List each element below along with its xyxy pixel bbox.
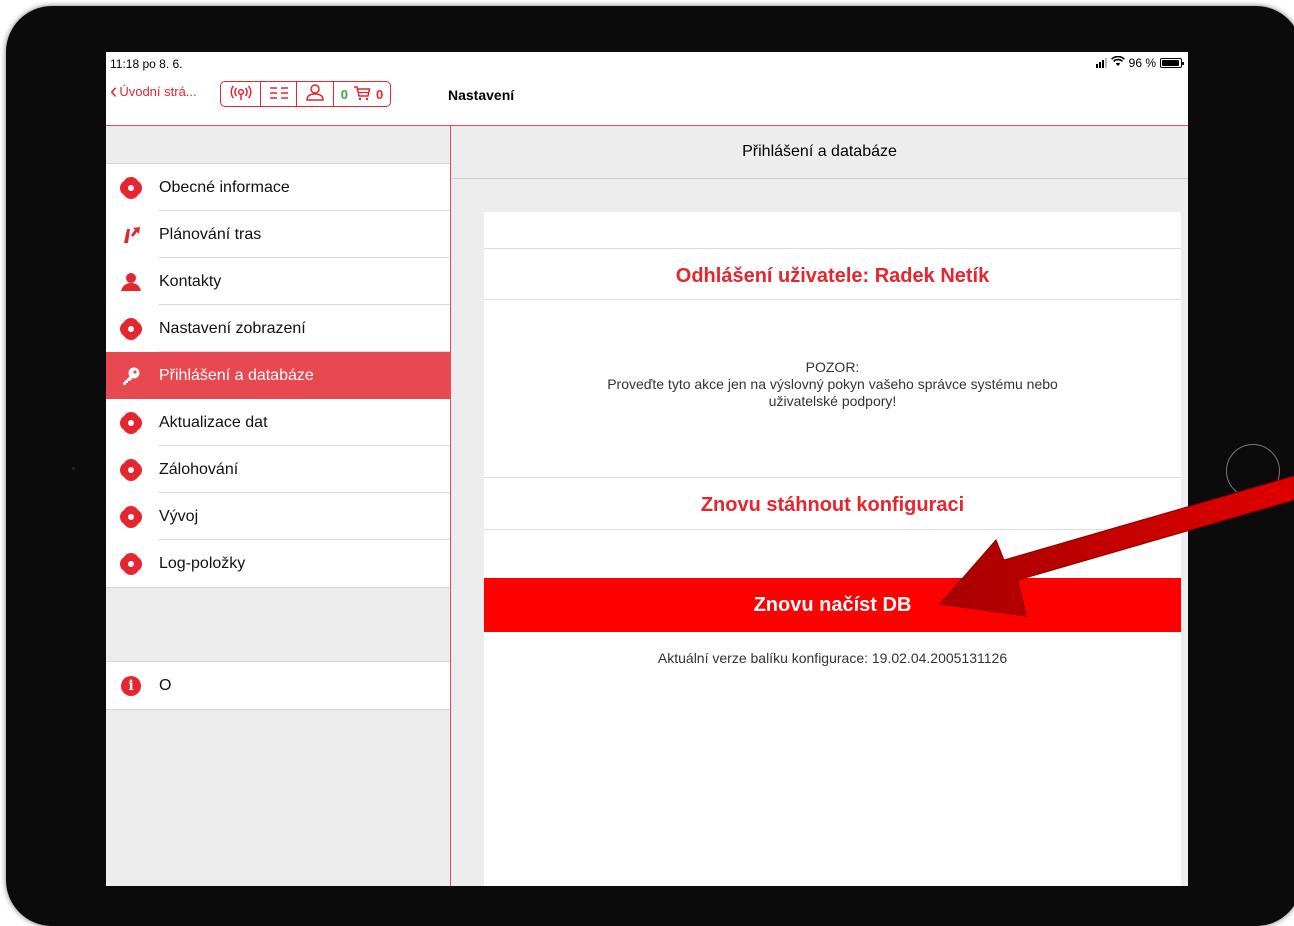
sidebar-item-aktualizace-dat[interactable]: Aktualizace dat	[106, 399, 450, 446]
redownload-config-button[interactable]: Znovu stáhnout konfiguraci	[484, 494, 1181, 517]
config-version-text: Aktuální verze balíku konfigurace: 19.02…	[657, 650, 1008, 666]
list-icon	[268, 86, 290, 103]
key-icon	[120, 365, 142, 387]
sidebar-item-label: Obecné informace	[159, 179, 290, 196]
sidebar-item-label: Vývoj	[159, 508, 199, 525]
signal-icon	[1095, 58, 1107, 68]
divider	[484, 529, 1181, 530]
status-bar: 11:18 po 8. 6. 96 %	[106, 52, 1188, 74]
sidebar-item-nastaveni-zobrazeni[interactable]: Nastavení zobrazení	[106, 305, 450, 352]
back-label: Úvodní strá...	[119, 83, 197, 99]
sidebar-item-label: Nastavení zobrazení	[159, 320, 306, 337]
user-icon	[305, 83, 325, 106]
cart-count-left: 0	[340, 86, 348, 102]
gear-icon	[120, 412, 142, 434]
wifi-icon	[1110, 55, 1125, 70]
sidebar-item-label: Kontakty	[159, 273, 222, 290]
divider	[484, 299, 1181, 300]
info-icon: i	[120, 675, 142, 697]
sidebar-item-label: O	[159, 677, 172, 694]
sidebar-item-obecne-informace[interactable]: Obecné informace	[106, 164, 450, 211]
navigation-bar: ‹ Úvodní strá... 0 0 Nastavení	[106, 74, 1188, 126]
logout-button[interactable]: Odhlášení uživatele: Radek Netík	[484, 265, 1181, 288]
warning-title: POZOR:	[805, 359, 860, 375]
gear-icon	[120, 553, 142, 575]
settings-menu: Obecné informace Plánování tras Kontakty	[106, 163, 450, 588]
gear-icon	[120, 506, 142, 528]
gear-icon	[120, 177, 142, 199]
sidebar-item-label: Přihlášení a databáze	[159, 367, 314, 384]
settings-card: Odhlášení uživatele: Radek Netík POZOR: …	[484, 212, 1181, 886]
battery-icon	[1160, 58, 1184, 68]
sidebar-item-label: Log-položky	[159, 555, 246, 572]
cart-button[interactable]: 0 0	[334, 82, 390, 106]
detail-pane: Přihlášení a databáze Odhlášení uživatel…	[451, 126, 1188, 886]
sidebar-item-zalohovani[interactable]: Zálohování	[106, 446, 450, 493]
cart-icon	[353, 85, 371, 104]
user-button[interactable]	[297, 82, 334, 106]
list-button[interactable]	[261, 82, 297, 106]
sidebar-item-planovani-tras[interactable]: Plánování tras	[106, 211, 450, 258]
contact-icon	[120, 271, 142, 293]
sidebar-item-label: Plánování tras	[159, 226, 262, 243]
status-time: 11:18 po 8. 6.	[110, 57, 183, 71]
divider	[484, 248, 1181, 249]
warning-line-2: uživatelské podpory!	[768, 393, 897, 409]
page-title: Nastavení	[448, 87, 515, 103]
sidebar-item-label: Zálohování	[159, 461, 239, 478]
content-area: Obecné informace Plánování tras Kontakty	[106, 126, 1188, 886]
gear-icon	[120, 459, 142, 481]
device: 11:18 po 8. 6. 96 % ‹ Úvodní strá... 0 0…	[0, 0, 1294, 926]
sidebar-item-vyvoj[interactable]: Vývoj	[106, 493, 450, 540]
broadcast-icon	[229, 85, 253, 104]
chevron-left-icon: ‹	[110, 78, 118, 103]
back-button[interactable]: ‹ Úvodní strá...	[110, 78, 197, 103]
toolbar: 0 0	[220, 81, 391, 107]
detail-title: Přihlášení a databáze	[451, 126, 1188, 179]
screen: 11:18 po 8. 6. 96 % ‹ Úvodní strá... 0 0…	[106, 52, 1188, 886]
home-button[interactable]	[1226, 444, 1280, 498]
warning-line-1: Proveďte tyto akce jen na výslovný pokyn…	[607, 376, 1058, 392]
connection-button[interactable]	[221, 82, 261, 106]
battery-percent: 96 %	[1128, 56, 1156, 70]
gear-icon	[120, 318, 142, 340]
reload-db-button[interactable]: Znovu načíst DB	[484, 578, 1181, 632]
divider	[484, 477, 1181, 478]
route-icon	[120, 224, 142, 246]
status-right: 96 %	[1095, 55, 1184, 70]
about-menu: i O	[106, 661, 450, 710]
sidebar-item-prihlaseni-a-databaze[interactable]: Přihlášení a databáze	[106, 352, 450, 399]
camera-dot	[72, 467, 75, 470]
sidebar-item-log-polozky[interactable]: Log-položky	[106, 540, 450, 587]
sidebar-item-about[interactable]: i O	[106, 662, 450, 709]
cart-count-right: 0	[376, 86, 384, 102]
sidebar-item-label: Aktualizace dat	[159, 414, 268, 431]
settings-sidebar: Obecné informace Plánování tras Kontakty	[106, 126, 451, 886]
sidebar-item-kontakty[interactable]: Kontakty	[106, 258, 450, 305]
